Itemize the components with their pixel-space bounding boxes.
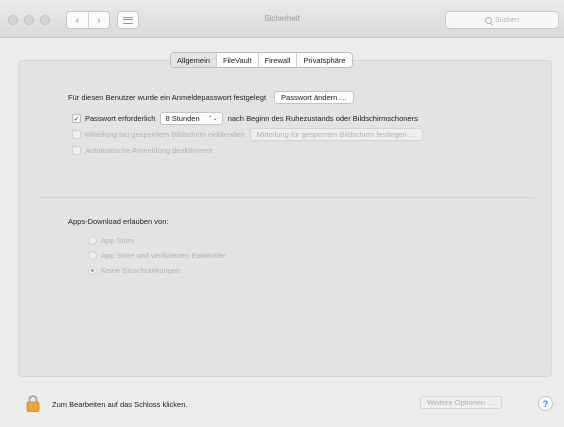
tab-privatsphaere[interactable]: Privatsphäre: [296, 53, 351, 67]
help-button[interactable]: ?: [538, 396, 553, 411]
require-password-suffix: nach Beginn des Ruhezustands oder Bildsc…: [227, 114, 418, 123]
lock-message-label: Mitteilung bei gesperrtem Bildschirm ein…: [85, 130, 245, 139]
lock-hint-text: Zum Bearbeiten auf das Schloss klicken.: [52, 400, 188, 409]
anywhere-radio[interactable]: [88, 266, 97, 275]
downloads-heading-text: Apps-Download erlauben von:: [68, 217, 169, 226]
lock-message-checkbox[interactable]: [72, 130, 81, 139]
section-divider: [40, 197, 534, 198]
search-field[interactable]: Suchen: [445, 11, 559, 29]
set-lock-message-button[interactable]: Mitteilung für gesperrten Bildschirm fes…: [249, 128, 424, 141]
download-option-anywhere: Keine Einschränkungen: [88, 266, 180, 275]
search-placeholder: Suchen: [495, 16, 519, 24]
downloads-heading: Apps-Download erlauben von:: [68, 217, 168, 226]
require-password-label: Passwort erforderlich: [85, 114, 156, 123]
tab-filevault[interactable]: FileVault: [215, 53, 258, 67]
disable-autologin-label: Automatische Anmeldung deaktivieren: [85, 146, 213, 155]
search-icon: [485, 16, 493, 24]
select-arrows-icon: ⌃⌄: [207, 115, 218, 122]
require-password-checkbox[interactable]: ✓: [72, 114, 81, 123]
password-set-text: Für diesen Benutzer wurde ein Anmeldepas…: [68, 93, 267, 102]
titlebar: ‹ › Sicherheit Suchen: [0, 0, 564, 38]
password-delay-value: 8 Stunden: [165, 114, 200, 123]
identified-developers-label: App Store und verifizierten Entwickler: [101, 251, 226, 260]
tab-bar: Allgemein FileVault Firewall Privatsphär…: [170, 52, 353, 68]
download-option-identified: App Store und verifizierten Entwickler: [88, 251, 226, 260]
change-password-button[interactable]: Passwort ändern …: [274, 91, 354, 104]
password-delay-select[interactable]: 8 Stunden ⌃⌄: [160, 112, 223, 125]
disable-autologin-row: Automatische Anmeldung deaktivieren: [72, 146, 213, 155]
require-password-row: ✓ Passwort erforderlich 8 Stunden ⌃⌄ nac…: [72, 112, 418, 125]
app-store-radio[interactable]: [88, 236, 97, 245]
tab-allgemein[interactable]: Allgemein: [171, 53, 216, 67]
checkmark-icon: ✓: [73, 115, 80, 123]
security-preferences-window: ‹ › Sicherheit Suchen Allgemein FileVaul…: [0, 0, 564, 427]
tab-firewall[interactable]: Firewall: [257, 53, 297, 67]
app-store-label: App Store: [101, 236, 135, 245]
password-set-row: Für diesen Benutzer wurde ein Anmeldepas…: [68, 91, 354, 104]
identified-developers-radio[interactable]: [88, 251, 97, 260]
download-option-app-store: App Store: [88, 236, 134, 245]
lock-message-row: Mitteilung bei gesperrtem Bildschirm ein…: [72, 128, 424, 141]
lock-icon[interactable]: [26, 394, 40, 412]
anywhere-label: Keine Einschränkungen: [101, 266, 181, 275]
disable-autologin-checkbox[interactable]: [72, 146, 81, 155]
advanced-options-button[interactable]: Weitere Optionen …: [420, 396, 502, 409]
